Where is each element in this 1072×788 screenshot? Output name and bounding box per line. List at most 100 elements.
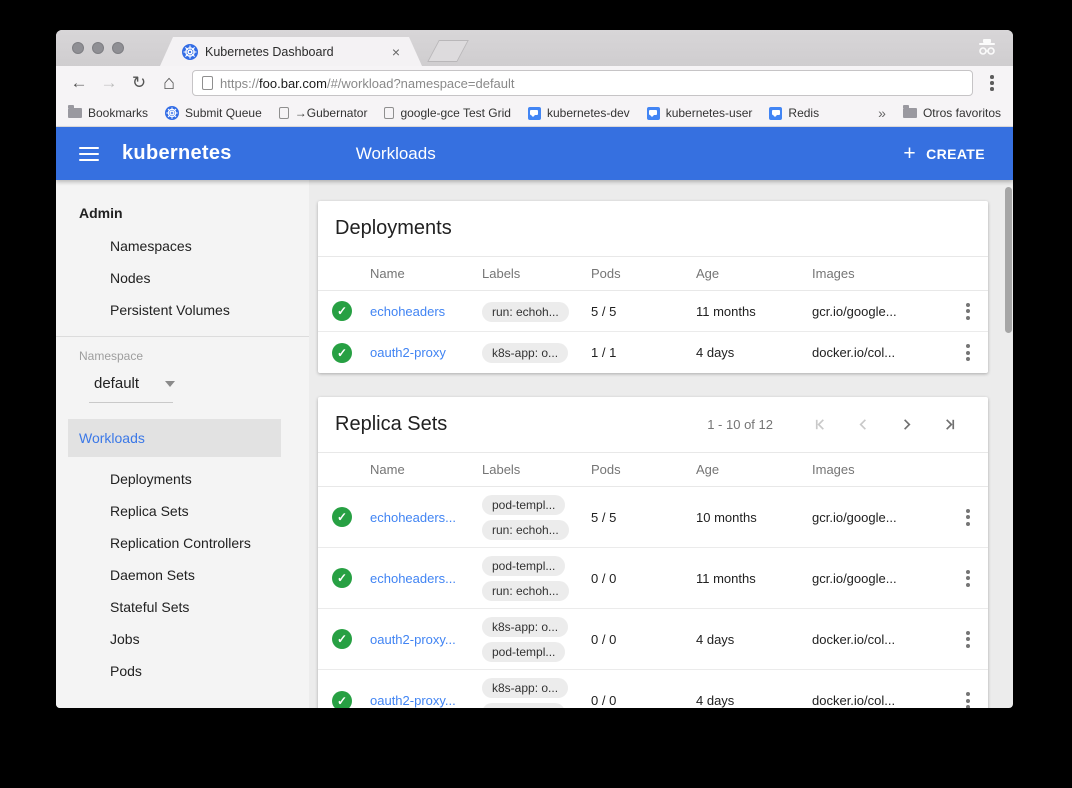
deployment-link[interactable]: echoheaders	[366, 304, 478, 319]
label-chip[interactable]: k8s-app: o...	[482, 343, 568, 363]
reload-button[interactable]: ↻	[126, 70, 152, 96]
chevron-left-icon	[856, 417, 871, 432]
age-value: 4 days	[692, 693, 808, 708]
table-row: ✓ echoheaders... pod-templ... run: echoh…	[318, 548, 988, 609]
sidebar-item-pods[interactable]: Pods	[56, 655, 309, 687]
close-window-button[interactable]	[72, 42, 84, 54]
sidebar-item-jobs[interactable]: Jobs	[56, 623, 309, 655]
previous-page-button[interactable]	[842, 417, 885, 432]
bookmark-kubernetes-user[interactable]: kubernetes-user	[647, 106, 753, 120]
status-ok-icon: ✓	[332, 343, 352, 363]
hamburger-menu-icon[interactable]	[79, 147, 99, 161]
tab-close-icon[interactable]: ×	[392, 45, 400, 59]
chevron-right-icon	[899, 417, 914, 432]
new-tab-button[interactable]	[427, 40, 469, 62]
sidebar-item-replication-controllers[interactable]: Replication Controllers	[56, 527, 309, 559]
forward-button[interactable]: →	[96, 70, 122, 96]
images-value: docker.io/col...	[808, 345, 948, 360]
zoom-window-button[interactable]	[112, 42, 124, 54]
images-value: gcr.io/google...	[808, 304, 948, 319]
age-value: 11 months	[692, 304, 808, 319]
sidebar-item-replica-sets[interactable]: Replica Sets	[56, 495, 309, 527]
bookmark-submit-queue[interactable]: Submit Queue	[165, 106, 262, 120]
images-value: docker.io/col...	[808, 632, 948, 647]
bookmark-otros-favoritos-folder[interactable]: Otros favoritos	[903, 106, 1001, 120]
replica-set-link[interactable]: oauth2-proxy...	[366, 632, 478, 647]
replica-set-link[interactable]: oauth2-proxy...	[366, 693, 478, 708]
pods-count: 5 / 5	[587, 510, 692, 525]
row-menu-button[interactable]	[948, 570, 988, 587]
row-menu-button[interactable]	[948, 509, 988, 526]
url-host: foo.bar.com	[259, 76, 327, 91]
bookmarks-overflow-chevron[interactable]: »	[878, 105, 886, 121]
bookmark-google-gce-test-grid[interactable]: google-gce Test Grid	[384, 106, 511, 120]
status-ok-icon: ✓	[332, 507, 352, 527]
bookmark-label: Redis	[788, 106, 819, 120]
browser-menu-button[interactable]	[981, 75, 1003, 91]
browser-toolbar: ← → ↻ ⌂ https://foo.bar.com/#/workload?n…	[56, 66, 1013, 100]
sidebar: Admin Namespaces Nodes Persistent Volume…	[56, 180, 309, 708]
row-menu-button[interactable]	[948, 344, 988, 361]
label-chip[interactable]: pod-templ...	[482, 642, 565, 662]
page-title: Workloads	[356, 144, 436, 164]
back-button[interactable]: ←	[66, 70, 92, 96]
minimize-window-button[interactable]	[92, 42, 104, 54]
status-ok-icon: ✓	[332, 301, 352, 321]
sidebar-item-namespaces[interactable]: Namespaces	[56, 230, 309, 262]
browser-window: Kubernetes Dashboard × ← → ↻ ⌂ https://f…	[56, 30, 1013, 708]
label-chip[interactable]: pod-templ...	[482, 703, 565, 708]
replica-set-link[interactable]: echoheaders...	[366, 510, 478, 525]
table-row: ✓ echoheaders... pod-templ... run: echoh…	[318, 487, 988, 548]
label-chip[interactable]: k8s-app: o...	[482, 617, 568, 637]
bookmark-kubernetes-dev[interactable]: kubernetes-dev	[528, 106, 630, 120]
namespace-value: default	[94, 375, 139, 392]
column-labels: Labels	[478, 462, 587, 477]
row-menu-button[interactable]	[948, 692, 988, 708]
bookmarks-bar: Bookmarks Submit Queue →Gubernator googl…	[56, 100, 1013, 127]
sidebar-item-workloads[interactable]: Workloads	[68, 419, 281, 457]
first-page-button[interactable]	[799, 417, 842, 432]
label-chip[interactable]: pod-templ...	[482, 556, 565, 576]
namespace-label: Namespace	[56, 349, 309, 363]
bookmark-redis[interactable]: Redis	[769, 106, 819, 120]
label-chip[interactable]: run: echoh...	[482, 581, 569, 601]
plus-icon: +	[903, 143, 916, 164]
deployment-link[interactable]: oauth2-proxy	[366, 345, 478, 360]
groups-icon	[769, 107, 782, 120]
groups-icon	[647, 107, 660, 120]
browser-tab[interactable]: Kubernetes Dashboard ×	[160, 37, 422, 66]
page-icon[interactable]	[202, 76, 213, 90]
sidebar-item-persistent-volumes[interactable]: Persistent Volumes	[56, 294, 309, 326]
column-labels: Labels	[478, 266, 587, 281]
folder-icon	[903, 108, 917, 118]
label-chip[interactable]: run: echoh...	[482, 520, 569, 540]
sidebar-item-nodes[interactable]: Nodes	[56, 262, 309, 294]
bookmark-label: kubernetes-user	[666, 106, 753, 120]
bookmark-gubernator[interactable]: →Gubernator	[279, 106, 368, 120]
label-chip[interactable]: pod-templ...	[482, 495, 565, 515]
label-chip[interactable]: k8s-app: o...	[482, 678, 568, 698]
column-age: Age	[692, 266, 808, 281]
sidebar-item-daemon-sets[interactable]: Daemon Sets	[56, 559, 309, 591]
incognito-icon	[975, 37, 999, 59]
bookmark-label: google-gce Test Grid	[400, 106, 511, 120]
home-button[interactable]: ⌂	[156, 70, 182, 96]
namespace-select-underline	[89, 402, 173, 403]
row-menu-button[interactable]	[948, 631, 988, 648]
last-page-button[interactable]	[928, 417, 971, 432]
url-text[interactable]: https://foo.bar.com/#/workload?namespace…	[220, 76, 515, 91]
label-chip[interactable]: run: echoh...	[482, 302, 569, 322]
images-value: gcr.io/google...	[808, 571, 948, 586]
scrollbar[interactable]	[1005, 187, 1012, 333]
url-scheme: https://	[220, 76, 259, 91]
sidebar-item-admin[interactable]: Admin	[56, 196, 309, 230]
row-menu-button[interactable]	[948, 303, 988, 320]
next-page-button[interactable]	[885, 417, 928, 432]
bookmark-bookmarks-folder[interactable]: Bookmarks	[68, 106, 148, 120]
replica-set-link[interactable]: echoheaders...	[366, 571, 478, 586]
address-bar[interactable]: https://foo.bar.com/#/workload?namespace…	[192, 70, 973, 96]
namespace-select[interactable]: default	[56, 375, 309, 392]
sidebar-item-stateful-sets[interactable]: Stateful Sets	[56, 591, 309, 623]
sidebar-item-deployments[interactable]: Deployments	[56, 463, 309, 495]
create-button[interactable]: + CREATE	[903, 143, 985, 164]
